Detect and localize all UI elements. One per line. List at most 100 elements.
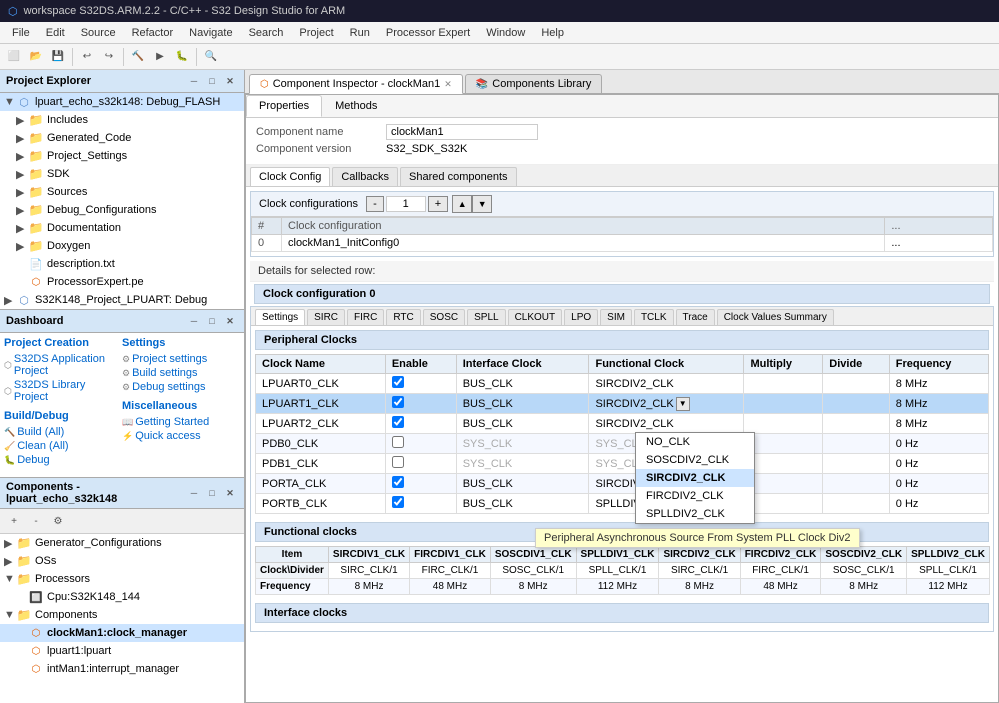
comp-add-btn[interactable]: + [4,511,24,531]
expand-icon[interactable]: ▼ [4,573,16,585]
close-icon3[interactable]: ✕ [222,485,238,501]
expand-icon[interactable]: ▶ [16,186,28,199]
expand-icon[interactable]: ▶ [16,114,28,127]
stab-clkout[interactable]: CLKOUT [508,309,563,325]
tree-item-debug-conf[interactable]: ▶ 📁 Debug_Configurations [0,201,244,219]
menu-source[interactable]: Source [73,25,124,41]
stab-trace[interactable]: Trace [676,309,715,325]
menu-processor-expert[interactable]: Processor Expert [378,25,478,41]
toolbar-run[interactable]: ▶ [150,47,170,67]
comp-tree-gen[interactable]: ▶ 📁 Generator_Configurations [0,534,244,552]
menu-navigate[interactable]: Navigate [181,25,240,41]
expand-icon[interactable]: ▶ [4,294,16,307]
toolbar-build[interactable]: 🔨 [128,47,148,67]
expand-icon[interactable]: ▶ [16,150,28,163]
cell-enable[interactable] [385,434,456,454]
tree-item-pe[interactable]: ▶ ⬡ ProcessorExpert.pe [0,273,244,291]
maximize-icon2[interactable]: □ [204,313,220,329]
dropdown-item-noclk[interactable]: NO_CLK [636,433,754,451]
minimize-icon[interactable]: ─ [186,73,202,89]
menu-window[interactable]: Window [478,25,533,41]
stab-firc[interactable]: FIRC [347,309,384,325]
cell-enable[interactable] [385,394,456,414]
clock-row-0[interactable]: LPUART0_CLK BUS_CLK SIRCDIV2_CLK 8 MHz [256,374,989,394]
expand-icon[interactable]: ▼ [4,96,16,108]
dash-link-quick-access[interactable]: ⚡ Quick access [122,429,240,443]
clock-config-row[interactable]: 0 clockMan1_InitConfig0 ... [252,235,993,252]
comp-remove-btn[interactable]: - [26,511,46,531]
clock-row-1[interactable]: LPUART1_CLK BUS_CLK SIRCDIV2_CLK ▼ [256,394,989,414]
tree-item-description[interactable]: ▶ 📄 description.txt [0,255,244,273]
dropdown-item-splldiv2[interactable]: SPLLDIV2_CLK [636,505,754,523]
stab-sim[interactable]: SIM [600,309,632,325]
dash-link-debug-settings[interactable]: ⚙ Debug settings [122,380,240,394]
dash-link-clean[interactable]: 🧹 Clean (All) [4,439,122,453]
stab-rtc[interactable]: RTC [386,309,420,325]
dash-link-app-project[interactable]: ⬡ S32DS Application Project [4,352,122,378]
expand-icon[interactable]: ▶ [4,555,16,568]
menu-search[interactable]: Search [241,25,292,41]
tab-component-inspector[interactable]: ⬡ Component Inspector - clockMan1 ✕ [249,74,463,94]
comp-settings-btn[interactable]: ⚙ [48,511,68,531]
dropdown-item-soscdiv2[interactable]: SOSCDIV2_CLK [636,451,754,469]
clock-row-2[interactable]: LPUART2_CLK BUS_CLK SIRCDIV2_CLK 8 MHz [256,414,989,434]
functional-dropdown-btn[interactable]: ▼ [676,397,690,411]
clock-row-6[interactable]: PORTB_CLK BUS_CLK SPLLDIV2_CLK 0 Hz [256,494,989,514]
dash-link-build-settings[interactable]: ⚙ Build settings [122,366,240,380]
add-clock-btn[interactable]: + [428,196,448,212]
tree-item-project2[interactable]: ▶ ⬡ S32K148_Project_LPUART: Debug [0,291,244,309]
menu-edit[interactable]: Edit [38,25,73,41]
enable-checkbox[interactable] [392,496,404,508]
close-icon2[interactable]: ✕ [222,313,238,329]
remove-clock-btn[interactable]: - [366,196,384,212]
comp-tree-lpuart[interactable]: ▶ ⬡ lpuart1:lpuart [0,642,244,660]
enable-checkbox[interactable] [392,396,404,408]
menu-run[interactable]: Run [342,25,378,41]
expand-icon[interactable]: ▼ [4,609,16,621]
stab-tclk[interactable]: TCLK [634,309,674,325]
expand-icon[interactable]: ▶ [16,132,28,145]
tab-library[interactable]: 📚 Components Library [465,74,603,93]
tab-methods[interactable]: Methods [322,95,390,117]
menu-help[interactable]: Help [533,25,572,41]
toolbar-undo[interactable]: ↩ [77,47,97,67]
toolbar-debug[interactable]: 🐛 [172,47,192,67]
menu-file[interactable]: File [4,25,38,41]
stab-settings[interactable]: Settings [255,309,305,325]
comp-tree-cpu[interactable]: ▶ 🔲 Cpu:S32K148_144 [0,588,244,606]
dash-link-getting-started[interactable]: 📖 Getting Started [122,415,240,429]
toolbar-new[interactable]: ⬜ [4,47,24,67]
tree-item-sdk[interactable]: ▶ 📁 SDK [0,165,244,183]
sub-tab-shared[interactable]: Shared components [400,167,516,186]
cell-enable[interactable] [385,474,456,494]
toolbar-search[interactable]: 🔍 [201,47,221,67]
tree-item-doc[interactable]: ▶ 📁 Documentation [0,219,244,237]
toolbar-save[interactable]: 💾 [48,47,68,67]
dash-link-lib-project[interactable]: ⬡ S32DS Library Project [4,378,122,404]
component-name-input[interactable] [386,124,538,140]
dash-link-debug[interactable]: 🐛 Debug [4,453,122,467]
stab-lpo[interactable]: LPO [564,309,598,325]
nav-up-btn[interactable]: ▲ [452,195,472,213]
tree-item-sources[interactable]: ▶ 📁 Sources [0,183,244,201]
functional-clock-dropdown[interactable]: NO_CLK SOSCDIV2_CLK SIRCDIV2_CLK FIRCDIV… [635,432,755,524]
maximize-icon[interactable]: □ [204,73,220,89]
tree-item-includes[interactable]: ▶ 📁 Includes [0,111,244,129]
maximize-icon3[interactable]: □ [204,485,220,501]
dropdown-item-sircdiv2[interactable]: SIRCDIV2_CLK [636,469,754,487]
clock-row-4[interactable]: PDB1_CLK SYS_CLK SYS_CLK 0 Hz [256,454,989,474]
comp-tree-os[interactable]: ▶ 📁 OSs [0,552,244,570]
menu-project[interactable]: Project [291,25,341,41]
expand-icon[interactable]: ▶ [16,168,28,181]
enable-checkbox[interactable] [392,376,404,388]
stab-spll[interactable]: SPLL [467,309,505,325]
cell-enable[interactable] [385,454,456,474]
comp-tree-proc[interactable]: ▼ 📁 Processors [0,570,244,588]
stab-clock-values[interactable]: Clock Values Summary [717,309,834,325]
menu-refactor[interactable]: Refactor [124,25,182,41]
dash-link-build[interactable]: 🔨 Build (All) [4,425,122,439]
sub-tab-callbacks[interactable]: Callbacks [332,167,398,186]
comp-tree-intman[interactable]: ▶ ⬡ intMan1:interrupt_manager [0,660,244,677]
cell-enable[interactable] [385,414,456,434]
enable-checkbox[interactable] [392,456,404,468]
